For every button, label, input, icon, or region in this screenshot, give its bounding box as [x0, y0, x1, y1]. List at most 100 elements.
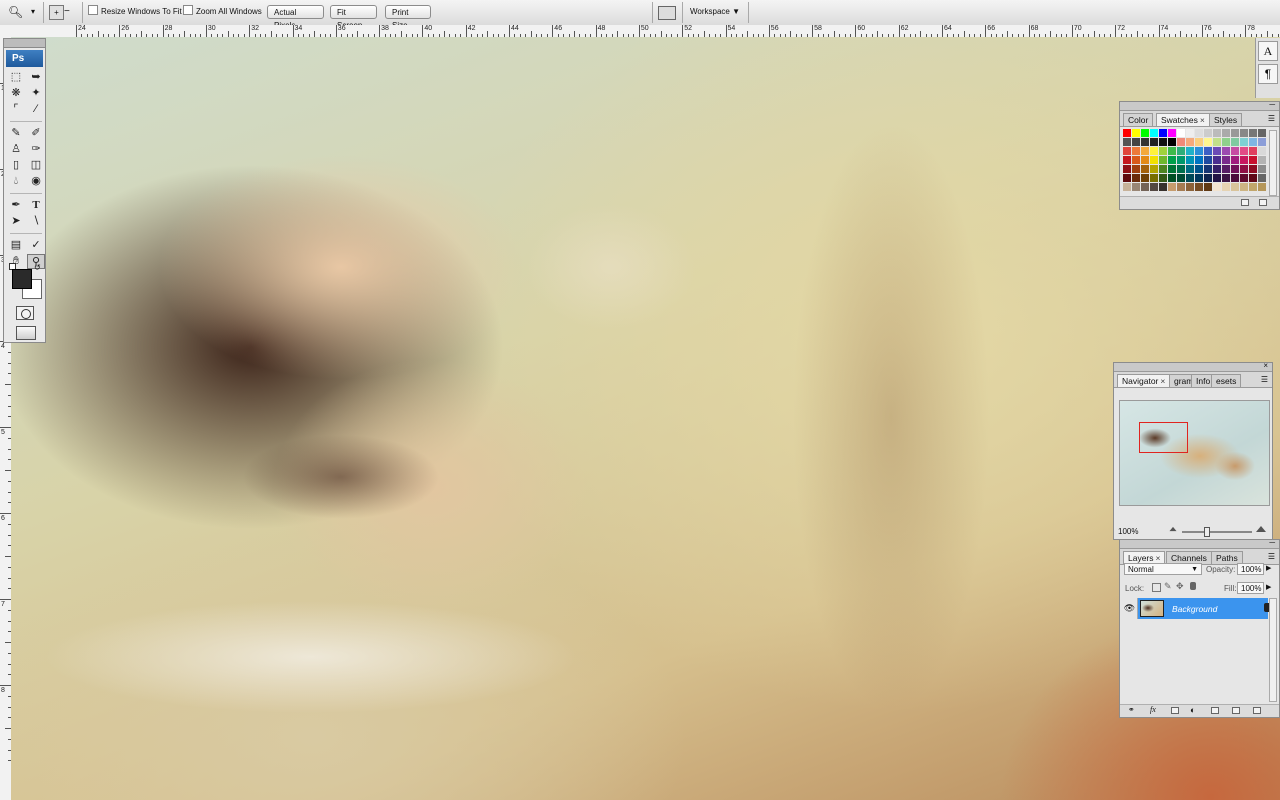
- lock-image-icon[interactable]: ✎: [1164, 581, 1172, 592]
- brush-tool-icon[interactable]: ✐: [27, 126, 45, 141]
- color-swatch[interactable]: [1213, 174, 1222, 183]
- color-swatch[interactable]: [1204, 147, 1213, 156]
- line-tool-icon[interactable]: ∖: [27, 214, 45, 229]
- color-swatch[interactable]: [1123, 174, 1132, 183]
- eyedropper-tool-icon[interactable]: ✓: [27, 238, 45, 253]
- color-swatch[interactable]: [1231, 156, 1240, 165]
- color-swatch[interactable]: [1240, 156, 1249, 165]
- color-swatch[interactable]: [1222, 129, 1231, 138]
- close-icon[interactable]: ×: [1263, 361, 1268, 370]
- color-swatch[interactable]: [1195, 156, 1204, 165]
- history-brush-tool-icon[interactable]: ✑: [27, 142, 45, 157]
- fit-screen-button[interactable]: Fit Screen: [330, 5, 377, 30]
- blur-tool-icon[interactable]: 💧︎: [7, 174, 25, 189]
- color-swatch[interactable]: [1150, 165, 1159, 174]
- color-swatch[interactable]: [1204, 183, 1213, 192]
- layer-mask-icon[interactable]: [1171, 707, 1179, 714]
- color-swatch[interactable]: [1123, 165, 1132, 174]
- panel-menu-icon[interactable]: ─: [1269, 538, 1275, 547]
- color-swatch[interactable]: [1150, 147, 1159, 156]
- tab-styles[interactable]: Styles: [1209, 113, 1243, 126]
- color-swatch[interactable]: [1222, 174, 1231, 183]
- color-swatch[interactable]: [1159, 138, 1168, 147]
- color-swatch[interactable]: [1258, 183, 1267, 192]
- color-swatch[interactable]: [1204, 165, 1213, 174]
- color-swatch[interactable]: [1195, 174, 1204, 183]
- color-swatch[interactable]: [1195, 165, 1204, 174]
- eraser-tool-icon[interactable]: ▯: [7, 158, 25, 173]
- color-swatch[interactable]: [1168, 156, 1177, 165]
- color-swatch[interactable]: [1222, 183, 1231, 192]
- color-swatch[interactable]: [1240, 165, 1249, 174]
- color-swatch[interactable]: [1150, 156, 1159, 165]
- color-swatch[interactable]: [1123, 147, 1132, 156]
- color-swatch[interactable]: [1150, 174, 1159, 183]
- path-selection-tool-icon[interactable]: ➤: [7, 214, 25, 229]
- delete-layer-icon[interactable]: [1253, 707, 1261, 714]
- magic-wand-tool-icon[interactable]: ✦: [27, 86, 45, 101]
- navigator-zoom-slider[interactable]: [1182, 531, 1252, 533]
- navigator-panel-titlebar[interactable]: ×: [1114, 361, 1272, 372]
- color-swatch[interactable]: [1132, 165, 1141, 174]
- color-swatch[interactable]: [1123, 183, 1132, 192]
- color-swatch[interactable]: [1123, 138, 1132, 147]
- lock-position-icon[interactable]: ✥: [1176, 581, 1184, 592]
- color-swatch[interactable]: [1132, 183, 1141, 192]
- color-swatch[interactable]: [1195, 138, 1204, 147]
- color-swatch[interactable]: [1168, 165, 1177, 174]
- color-swatch[interactable]: [1132, 156, 1141, 165]
- swatches-scrollbar[interactable]: [1269, 130, 1277, 196]
- color-swatch[interactable]: [1213, 183, 1222, 192]
- color-swatch[interactable]: [1123, 156, 1132, 165]
- tools-panel-header[interactable]: [4, 39, 45, 48]
- blend-mode-select[interactable]: Normal ▼: [1124, 563, 1202, 575]
- zoom-out-mountain-icon[interactable]: [1169, 526, 1177, 532]
- color-swatch[interactable]: [1195, 147, 1204, 156]
- swatches-panel-titlebar[interactable]: ─: [1120, 100, 1279, 111]
- color-swatch[interactable]: [1186, 156, 1195, 165]
- workspace-menu[interactable]: Workspace ▼: [690, 5, 740, 19]
- color-swatch[interactable]: [1186, 129, 1195, 138]
- panel-options-icon[interactable]: ☰: [1261, 375, 1268, 384]
- document-canvas[interactable]: [11, 37, 1280, 800]
- color-swatch[interactable]: [1258, 165, 1267, 174]
- color-swatch[interactable]: [1186, 165, 1195, 174]
- color-swatch[interactable]: [1222, 138, 1231, 147]
- layers-scrollbar[interactable]: [1269, 598, 1277, 702]
- close-icon[interactable]: ×: [1160, 376, 1165, 386]
- photoshop-logo[interactable]: Ps: [6, 50, 43, 67]
- color-swatch[interactable]: [1195, 183, 1204, 192]
- color-swatch[interactable]: [1168, 174, 1177, 183]
- color-swatch[interactable]: [1132, 147, 1141, 156]
- color-swatch[interactable]: [1186, 138, 1195, 147]
- color-swatch[interactable]: [1141, 147, 1150, 156]
- foreground-color-swatch[interactable]: [12, 269, 32, 289]
- color-swatch[interactable]: [1240, 183, 1249, 192]
- color-swatch[interactable]: [1159, 147, 1168, 156]
- color-swatch[interactable]: [1222, 147, 1231, 156]
- color-swatch[interactable]: [1177, 147, 1186, 156]
- new-layer-icon[interactable]: [1232, 707, 1240, 714]
- tab-color[interactable]: Color: [1123, 113, 1154, 126]
- layer-thumbnail[interactable]: [1140, 600, 1164, 617]
- color-swatch[interactable]: [1204, 129, 1213, 138]
- color-swatch[interactable]: [1132, 174, 1141, 183]
- zoom-all-windows-checkbox[interactable]: Zoom All Windows: [183, 5, 262, 19]
- zoom-icon[interactable]: 🔍︎: [8, 5, 23, 19]
- color-swatch[interactable]: [1150, 138, 1159, 147]
- color-swatch[interactable]: [1231, 138, 1240, 147]
- zoom-in-mountain-icon[interactable]: [1256, 526, 1266, 532]
- paragraph-panel-icon[interactable]: ¶: [1258, 64, 1278, 84]
- color-swatch[interactable]: [1186, 183, 1195, 192]
- color-swatch[interactable]: [1132, 129, 1141, 138]
- actual-pixels-button[interactable]: Actual Pixels: [267, 5, 324, 30]
- notes-tool-icon[interactable]: ▤: [7, 238, 25, 253]
- navigator-view-box[interactable]: [1139, 422, 1188, 453]
- color-swatch[interactable]: [1132, 138, 1141, 147]
- opacity-field[interactable]: 100%: [1237, 563, 1264, 575]
- color-swatch[interactable]: [1150, 183, 1159, 192]
- lock-all-icon[interactable]: [1190, 582, 1196, 590]
- paint-bucket-tool-icon[interactable]: ◫: [27, 158, 45, 173]
- tool-preset-dropdown-icon[interactable]: ▾: [31, 5, 35, 19]
- crop-tool-icon[interactable]: ⌜: [7, 102, 25, 117]
